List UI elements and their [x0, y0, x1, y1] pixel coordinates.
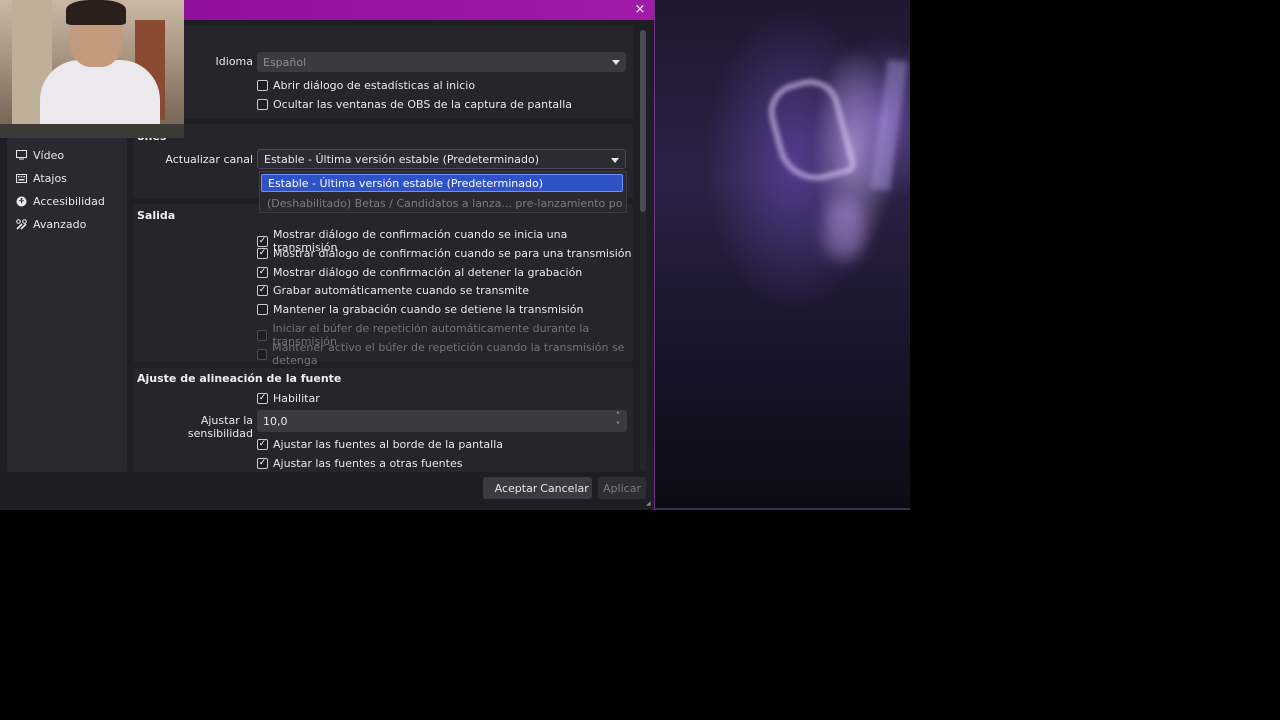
sidebar-item-label: Accesibilidad: [33, 194, 105, 208]
dropdown-option-beta: (Deshabilitado) Betas / Candidatos a lan…: [267, 196, 623, 210]
resize-grip-icon[interactable]: ◢: [646, 500, 652, 507]
accessibility-icon: [15, 195, 27, 207]
checkbox-box[interactable]: [257, 304, 268, 315]
dropdown-option-stable[interactable]: Estable - Última versión estable (Predet…: [261, 174, 623, 192]
output-group-title: Salida: [137, 209, 176, 222]
webcam-desk: [0, 124, 184, 138]
check-icon[interactable]: ✓: [257, 393, 268, 404]
check-icon[interactable]: ✓: [257, 458, 268, 469]
check-icon[interactable]: ✓: [257, 285, 268, 296]
apply-button[interactable]: Aplicar: [598, 477, 646, 499]
checkbox-label: Mostrar diálogo de confirmación cuando s…: [273, 247, 632, 260]
checkbox-label: Abrir diálogo de estadísticas al inicio: [273, 79, 476, 92]
confirm-stop-recording-checkbox[interactable]: ✓ Mostrar diálogo de confirmación al det…: [257, 266, 582, 279]
sidebar-item-label: Vídeo: [33, 148, 65, 162]
sidebar-item-label: Atajos: [33, 171, 67, 185]
check-icon[interactable]: ✓: [257, 267, 268, 278]
snapping-enable-checkbox[interactable]: ✓ Habilitar: [257, 392, 320, 405]
background-game-scene: [654, 0, 910, 510]
snapping-group-title: Ajuste de alineación de la fuente: [137, 372, 342, 385]
keep-recording-checkbox[interactable]: Mantener la grabación cuando se detiene …: [257, 303, 584, 316]
output-group: Salida ✓ Mostrar diálogo de confirmación…: [133, 204, 633, 367]
snap-sensitivity-value: 10,0: [263, 414, 288, 428]
scrollbar-thumb[interactable]: [640, 30, 646, 212]
checkbox-label: Ajustar las fuentes al borde de la panta…: [273, 438, 503, 451]
settings-sidebar: Vídeo Atajos Accesibilidad Avanzado: [7, 138, 127, 472]
hide-obs-windows-checkbox[interactable]: Ocultar las ventanas de OBS de la captur…: [257, 98, 572, 111]
chevron-down-icon: [611, 158, 619, 163]
webcam-overlay: [0, 0, 184, 138]
check-icon[interactable]: ✓: [257, 235, 268, 247]
snap-screen-edge-checkbox[interactable]: ✓ Ajustar las fuentes al borde de la pan…: [257, 438, 503, 451]
scene-glow-shape: [870, 59, 908, 191]
webcam-person: [66, 0, 126, 25]
checkbox-label: Grabar automáticamente cuando se transmi…: [273, 284, 529, 297]
auto-record-checkbox[interactable]: ✓ Grabar automáticamente cuando se trans…: [257, 284, 529, 297]
scene-divider: [654, 508, 910, 510]
chevron-down-icon[interactable]: ˅: [612, 421, 624, 431]
monitor-icon: [15, 149, 27, 161]
chevron-up-icon[interactable]: ˄: [612, 411, 624, 421]
checkbox-label: Ocultar las ventanas de OBS de la captur…: [273, 98, 573, 111]
sidebar-item-accessibility[interactable]: Accesibilidad: [15, 191, 105, 211]
sidebar-item-hotkeys[interactable]: Atajos: [15, 168, 67, 188]
snapping-group: Ajuste de alineación de la fuente ✓ Habi…: [133, 368, 633, 472]
language-select[interactable]: Español: [257, 52, 626, 72]
checkbox-box: [257, 329, 268, 341]
sidebar-item-label: Avanzado: [33, 217, 87, 231]
checkbox-label: Ajustar las fuentes a otras fuentes: [273, 457, 463, 470]
general-group: Idioma Español Abrir diálogo de estadíst…: [133, 26, 633, 118]
chevron-down-icon: [612, 60, 620, 65]
check-icon[interactable]: ✓: [257, 439, 268, 450]
snap-other-sources-checkbox[interactable]: ✓ Ajustar las fuentes a otras fuentes: [257, 457, 462, 470]
update-channel-select[interactable]: Estable - Última versión estable (Predet…: [257, 149, 626, 169]
update-channel-value: Estable - Última versión estable (Predet…: [264, 152, 539, 166]
tools-icon: [15, 218, 27, 230]
replay-buffer-keep-checkbox: Mantener activo el búfer de repetición c…: [257, 341, 633, 367]
checkbox-label: Mantener activo el búfer de repetición c…: [272, 341, 625, 367]
checkbox-label: Mantener la grabación cuando se detiene …: [273, 303, 584, 316]
language-value: Español: [263, 55, 307, 69]
checkbox-box[interactable]: [257, 99, 268, 110]
scene-glow-shape: [762, 72, 858, 190]
close-button[interactable]: ×: [632, 2, 648, 18]
sidebar-item-advanced[interactable]: Avanzado: [15, 214, 86, 234]
scene-glow-shape: [824, 200, 864, 260]
check-icon[interactable]: ✓: [257, 248, 268, 259]
checkbox-label: Habilitar: [273, 392, 320, 405]
confirm-stop-stream-checkbox[interactable]: ✓ Mostrar diálogo de confirmación cuando…: [257, 247, 631, 260]
checkbox-box[interactable]: [257, 80, 268, 91]
snap-sensitivity-spinbox[interactable]: 10,0 ˄ ˅: [257, 410, 627, 432]
update-channel-dropdown: Estable - Última versión estable (Predet…: [259, 171, 627, 213]
sidebar-item-video[interactable]: Vídeo: [15, 145, 64, 165]
language-label: Idioma: [215, 55, 253, 68]
cancel-button[interactable]: Cancelar: [537, 477, 592, 499]
update-channel-label: Actualizar canal: [165, 153, 253, 166]
keyboard-icon: [15, 172, 27, 184]
snap-sensitivity-label: Ajustar la sensibilidad: [187, 414, 253, 440]
checkbox-label: Mostrar diálogo de confirmación al deten…: [273, 266, 583, 279]
settings-content: Idioma Español Abrir diálogo de estadíst…: [133, 26, 633, 472]
checkbox-box: [257, 348, 268, 360]
stats-on-startup-checkbox[interactable]: Abrir diálogo de estadísticas al inicio: [257, 79, 475, 92]
